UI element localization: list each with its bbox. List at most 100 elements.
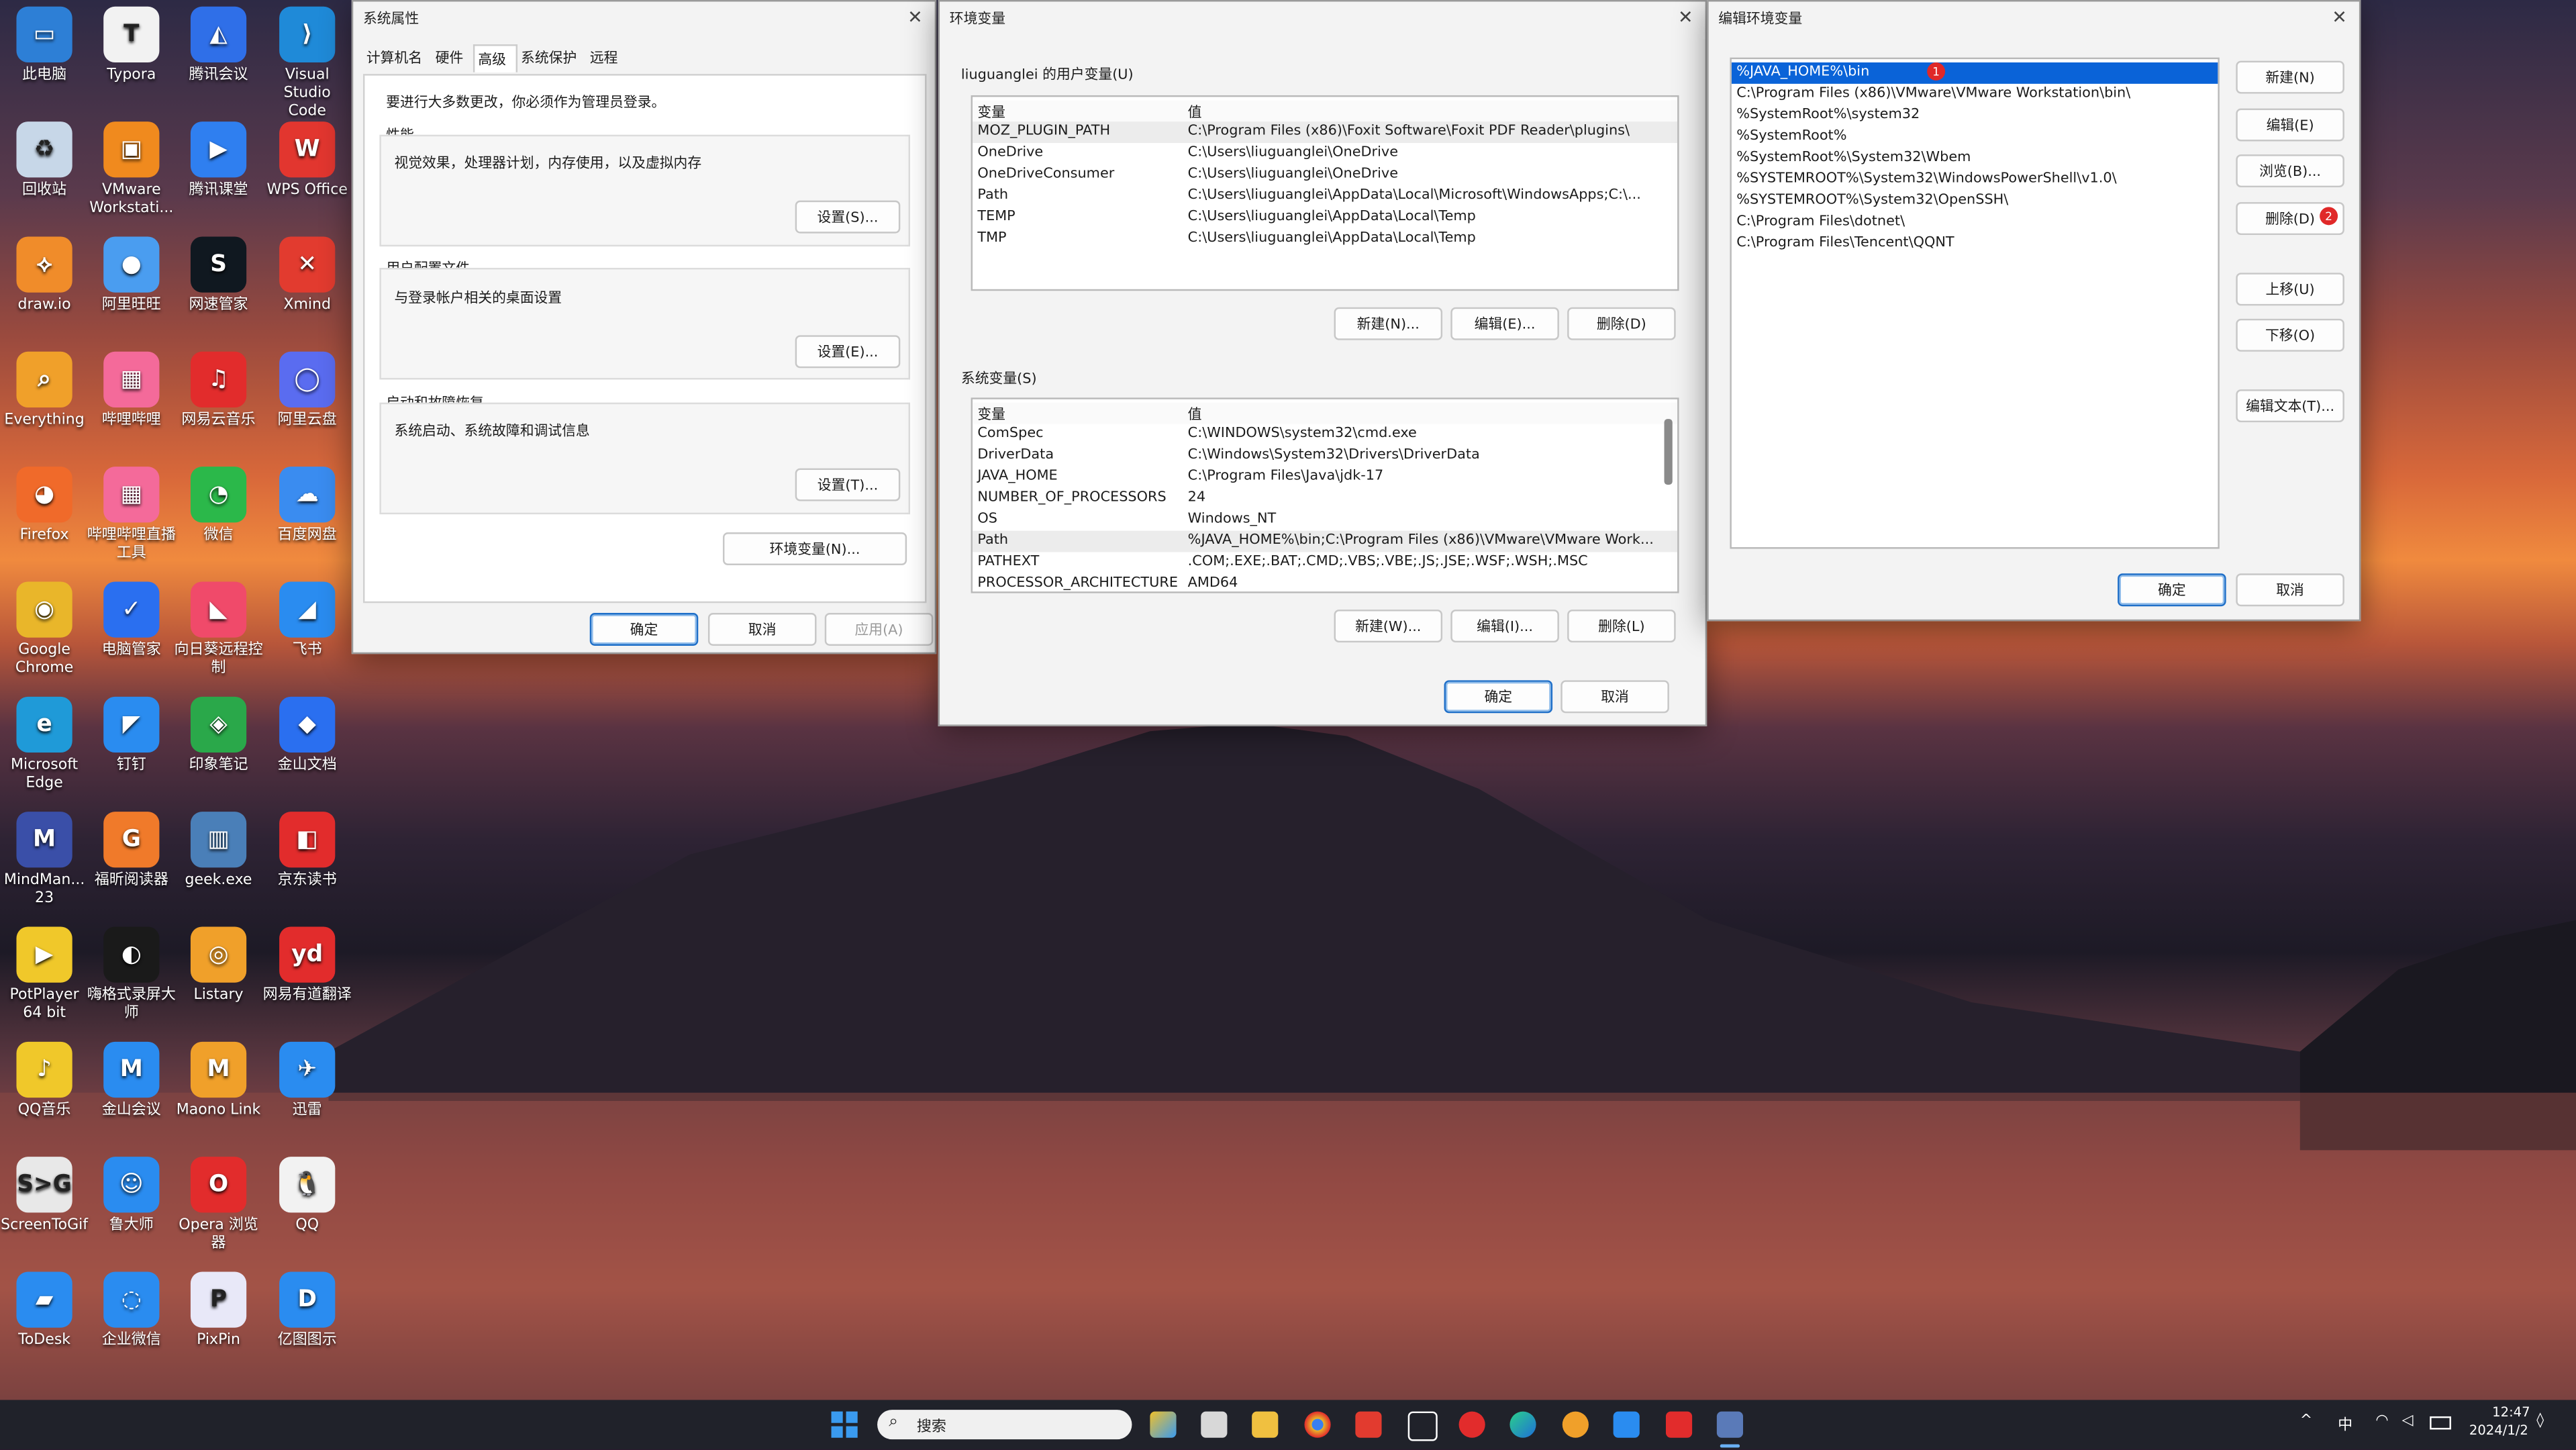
user-edit-button[interactable]: 编辑(E)... <box>1450 307 1559 340</box>
opera-icon[interactable] <box>1458 1411 1485 1438</box>
desktop-icon[interactable]: ♻ 回收站 <box>0 122 89 200</box>
profile-settings-button[interactable]: 设置(E)... <box>795 335 901 369</box>
task-view-icon[interactable] <box>1201 1411 1228 1438</box>
clock-time[interactable]: 12:47 <box>2492 1405 2530 1420</box>
variable-row[interactable]: TEMP C:\Users\liuguanglei\AppData\Local\T… <box>973 207 1677 228</box>
volume-icon[interactable]: ◁ <box>2402 1413 2414 1429</box>
path-browse-button[interactable]: 浏览(B)... <box>2236 154 2344 188</box>
clock-date[interactable]: 2024/1/2 <box>2469 1423 2528 1438</box>
desktop-icon[interactable]: ▶ PotPlayer 64 bit <box>0 926 89 1024</box>
desktop-icon[interactable]: P PixPin <box>174 1271 262 1351</box>
path-edit-button[interactable]: 编辑(E) <box>2236 108 2344 142</box>
tab-remote[interactable]: 远程 <box>587 44 628 72</box>
desktop-icon[interactable]: ◆ 金山文档 <box>263 696 352 775</box>
desktop-icon[interactable]: ▰ ToDesk <box>0 1271 89 1351</box>
desktop-icon[interactable]: ⟡ draw.io <box>0 236 89 315</box>
system-vars-list[interactable]: 变量 值 ComSpec C:\WINDOWS\system32\cmd.exe D… <box>971 397 1679 593</box>
perf-settings-button[interactable]: 设置(S)... <box>795 200 901 234</box>
desktop-icon[interactable]: S 网速管家 <box>174 236 262 315</box>
system-delete-button[interactable]: 删除(L) <box>1567 610 1676 643</box>
desktop-icon[interactable]: ● 阿里旺旺 <box>87 236 176 315</box>
variable-row[interactable]: Path %JAVA_HOME%\bin;C:\Program Files (x8… <box>973 530 1678 552</box>
desktop-icon[interactable]: O Opera 浏览器 <box>174 1157 262 1253</box>
desktop-icon[interactable]: ◯ 阿里云盘 <box>263 351 352 430</box>
edge-icon[interactable] <box>1509 1411 1536 1438</box>
path-edit-text-button[interactable]: 编辑文本(T)... <box>2236 389 2344 423</box>
desktop-icon[interactable]: M MindMan... 23 <box>0 812 89 908</box>
start-button[interactable] <box>831 1411 858 1438</box>
sysprops-ok-button[interactable]: 确定 <box>589 612 699 646</box>
editenv-ok-button[interactable]: 确定 <box>2118 573 2226 607</box>
variable-row[interactable]: JAVA_HOME C:\Program Files\Java\jdk-17 <box>973 467 1677 488</box>
chrome-icon[interactable] <box>1304 1411 1331 1438</box>
meeting-icon[interactable] <box>1407 1411 1438 1441</box>
system-edit-button[interactable]: 编辑(I)... <box>1450 610 1559 643</box>
path-entry[interactable]: %SystemRoot%\system32 <box>1732 105 2218 127</box>
desktop-icon[interactable]: ◐ 嗨格式录屏大师 <box>87 926 176 1024</box>
desktop-icon[interactable]: ▣ VMware Workstati... <box>87 122 176 218</box>
desktop-icon[interactable]: ♪ QQ音乐 <box>0 1041 89 1120</box>
variable-row[interactable]: Path C:\Users\liuguanglei\AppData\Local\M… <box>973 186 1677 207</box>
desktop-icon[interactable]: ⟩ Visual Studio Code <box>263 6 352 122</box>
desktop-icon[interactable]: ◈ 印象笔记 <box>174 696 262 775</box>
desktop-icon[interactable]: ✓ 电脑管家 <box>87 581 176 660</box>
desktop-icon[interactable]: ◌ 企业微信 <box>87 1271 176 1351</box>
path-entry[interactable]: C:\Program Files\dotnet\ <box>1732 212 2218 234</box>
youdao-icon[interactable] <box>1665 1411 1693 1438</box>
environment-variables-button[interactable]: 环境变量(N)... <box>722 532 907 566</box>
path-entry[interactable]: C:\Program Files (x86)\VMware\VMware Wor… <box>1732 84 2218 105</box>
wifi-icon[interactable]: ◠ <box>2375 1413 2388 1429</box>
desktop-icon[interactable]: ◤ 钉钉 <box>87 696 176 775</box>
path-move-down-button[interactable]: 下移(O) <box>2236 318 2344 352</box>
editenv-close-icon[interactable]: ✕ <box>2330 7 2349 28</box>
taskbar-search-box[interactable]: ⌕ 搜索 <box>877 1410 1132 1440</box>
desktop-icon[interactable]: ◣ 向日葵远程控制 <box>174 581 263 678</box>
path-entry-selected[interactable]: %JAVA_HOME%\bin <box>1731 62 2218 84</box>
path-new-button[interactable]: 新建(N) <box>2236 60 2344 94</box>
sysprops-close-icon[interactable]: ✕ <box>905 7 925 28</box>
xmind-icon[interactable] <box>1355 1411 1382 1438</box>
desktop-icon[interactable]: W WPS Office <box>263 122 352 200</box>
variable-row[interactable]: NUMBER_OF_PROCESSORS 24 <box>973 488 1677 510</box>
desktop-icon[interactable]: D 亿图图示 <box>263 1271 352 1351</box>
system-new-button[interactable]: 新建(W)... <box>1334 610 1443 643</box>
desktop-icon[interactable]: ◭ 腾讯会议 <box>174 6 262 85</box>
everything-icon[interactable] <box>1562 1411 1589 1438</box>
desktop-icon[interactable]: ☁ 百度网盘 <box>263 467 352 545</box>
desktop-icon[interactable]: ▭ 此电脑 <box>0 6 89 85</box>
desktop-icon[interactable]: ☺ 鲁大师 <box>87 1157 176 1235</box>
envvars-cancel-button[interactable]: 取消 <box>1561 680 1669 714</box>
desktop-icon[interactable]: ▶ 腾讯课堂 <box>174 122 262 200</box>
variable-row[interactable]: OneDriveConsumer C:\Users\liuguanglei\One… <box>973 164 1677 186</box>
ime-indicator[interactable]: 中 <box>2338 1413 2352 1434</box>
user-vars-list[interactable]: 变量 值 MOZ_PLUGIN_PATH C:\Program Files (x8… <box>971 95 1679 291</box>
tab-system-protection[interactable]: 系统保护 <box>517 44 587 72</box>
tab-advanced[interactable]: 高级 <box>473 44 518 72</box>
desktop-icon[interactable]: ✕ Xmind <box>263 236 352 315</box>
system-properties-taskbar-icon[interactable] <box>1716 1411 1744 1438</box>
tab-computer-name[interactable]: 计算机名 <box>363 44 432 72</box>
tray-chevron-icon[interactable]: ^ <box>2300 1413 2312 1429</box>
desktop-icon[interactable]: yd 网易有道翻译 <box>263 926 352 1006</box>
battery-icon[interactable] <box>2430 1416 2451 1430</box>
variable-row[interactable]: DriverData C:\Windows\System32\Drivers\Dr… <box>973 445 1677 467</box>
desktop-icon[interactable]: ▦ 哔哩哔哩 <box>87 351 176 430</box>
variable-row[interactable]: OneDrive C:\Users\liuguanglei\OneDrive <box>973 143 1677 164</box>
variable-row[interactable]: PATHEXT .COM;.EXE;.BAT;.CMD;.VBS;.VBE;.JS… <box>973 552 1677 573</box>
editenv-cancel-button[interactable]: 取消 <box>2236 573 2344 607</box>
desktop-icon[interactable]: ◢ 飞书 <box>263 581 352 660</box>
desktop-icon[interactable]: ◔ 微信 <box>174 467 262 545</box>
tab-hardware[interactable]: 硬件 <box>432 44 473 72</box>
user-new-button[interactable]: 新建(N)... <box>1334 307 1443 340</box>
path-entry[interactable]: %SYSTEMROOT%\System32\OpenSSH\ <box>1732 191 2218 212</box>
desktop-icon[interactable]: ♫ 网易云音乐 <box>174 351 262 430</box>
desktop-icon[interactable]: M Maono Link <box>174 1041 262 1120</box>
path-entry[interactable]: %SYSTEMROOT%\System32\WindowsPowerShell\… <box>1732 169 2218 191</box>
path-entries-list[interactable]: %JAVA_HOME%\bin C:\Program Files (x86)\VM… <box>1730 57 2220 549</box>
path-entry[interactable]: %SystemRoot% <box>1732 126 2218 148</box>
path-entry[interactable]: C:\Program Files\Tencent\QQNT <box>1732 234 2218 255</box>
edraw-icon[interactable] <box>1613 1411 1640 1438</box>
system-vars-scrollbar[interactable] <box>1664 419 1673 485</box>
desktop-icon[interactable]: T Typora <box>87 6 176 85</box>
path-entry[interactable]: %SystemRoot%\System32\Wbem <box>1732 148 2218 169</box>
